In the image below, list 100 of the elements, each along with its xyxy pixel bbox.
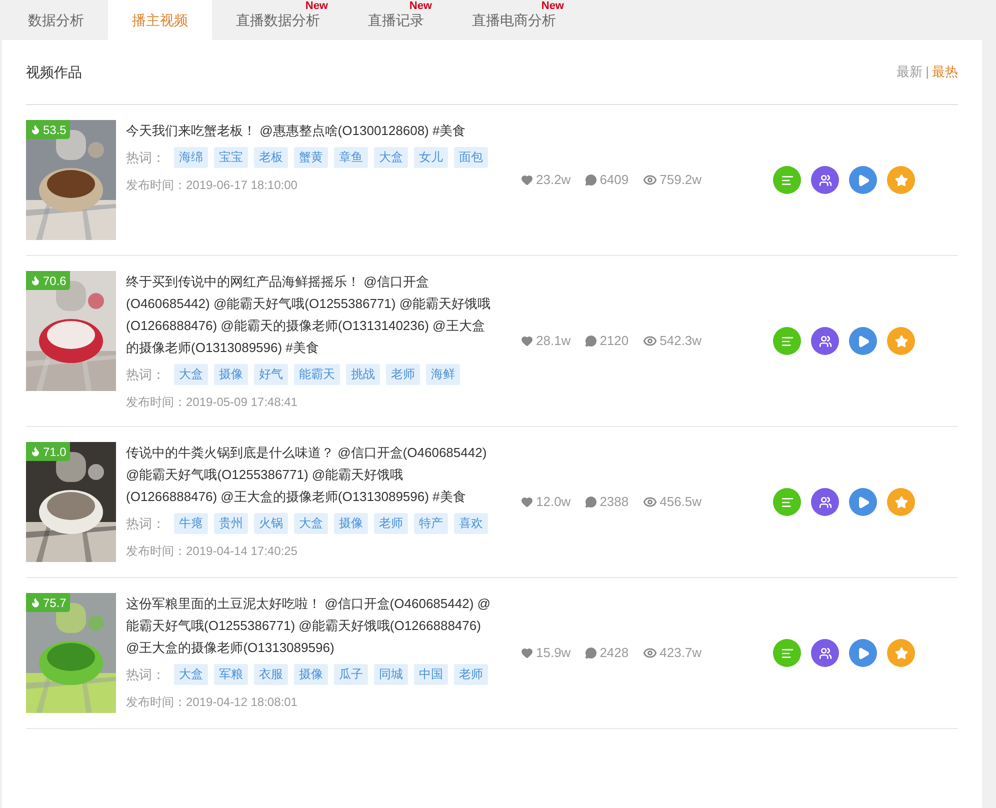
users-icon (818, 496, 832, 508)
star-icon (894, 174, 908, 186)
hot-word-tag: 大盒 (374, 147, 408, 168)
eye-icon (642, 495, 657, 509)
comment-icon (584, 647, 597, 659)
hot-word-tag: 喜欢 (454, 513, 488, 534)
new-label: New (541, 0, 564, 12)
play-button[interactable] (849, 166, 877, 194)
play-icon (856, 174, 870, 186)
sort-separator: | (926, 63, 929, 82)
hot-score: 70.6 (43, 272, 66, 290)
new-label: New (409, 0, 432, 12)
hot-word-tag: 摄像 (334, 513, 368, 534)
star-icon (894, 646, 908, 660)
eye-icon (642, 646, 657, 660)
users-button[interactable] (811, 166, 839, 194)
users-icon (818, 334, 832, 348)
list-button[interactable] (773, 488, 801, 516)
tab[interactable]: 播主视频 (108, 0, 212, 40)
eye-icon (642, 173, 657, 187)
hot-word-tag: 海绵 (174, 147, 208, 168)
list-button[interactable] (773, 327, 801, 355)
play-icon (856, 334, 870, 348)
like-count: 28.1w (536, 332, 571, 350)
flame-icon (30, 124, 41, 135)
publish-time: 发布时间：2019-04-14 17:40:25 (126, 543, 298, 560)
hot-word-tag: 瓜子 (334, 664, 368, 685)
hot-word-tag: 女儿 (414, 147, 448, 168)
hot-word-tag: 老师 (374, 513, 408, 534)
comment-count: 2428 (600, 644, 629, 662)
comment-count: 6409 (600, 171, 629, 190)
hot-word-tag: 章鱼 (334, 147, 368, 168)
star-button[interactable] (887, 639, 915, 667)
hot-word-tag: 贵州 (214, 513, 248, 534)
video-title: 终于买到传说中的网红产品海鲜摇摇乐！ @信口开盒(O460685442) @能霸天好气哦(O1255386771) @能霸天好饿哦(O1266888476) @能霸天的摄像老师(O1313140236) @王大盒的摄像老师(O1313089596) #美食 (126, 273, 492, 357)
hot-words-label: 热词： (126, 514, 165, 533)
like-count: 23.2w (536, 171, 571, 190)
hot-word-tag: 摄像 (294, 664, 328, 685)
video-title: 这份军粮里面的土豆泥太好吃啦！ @信口开盒(O460685442) @能霸天好气哦(O1255386771) @能霸天好饿哦(O1266888476) @王大盒的摄像老师(O1313089596) (126, 595, 492, 657)
view-count: 759.2w (660, 171, 702, 190)
section-title: 视频作品 (26, 62, 82, 82)
like-count: 12.0w (536, 493, 571, 512)
comment-icon (584, 335, 597, 347)
hot-word-tag: 宝宝 (214, 147, 248, 168)
users-button[interactable] (811, 327, 839, 355)
list-icon (780, 174, 794, 186)
hot-word-tag: 大盒 (294, 513, 328, 534)
hot-score: 71.0 (43, 444, 66, 460)
comment-icon (584, 496, 597, 508)
list-icon (780, 646, 794, 660)
comment-icon (584, 174, 597, 186)
star-button[interactable] (887, 488, 915, 516)
heart-icon (521, 335, 533, 347)
new-label: New (305, 0, 328, 12)
hot-word-tag: 摄像 (214, 364, 248, 385)
play-button[interactable] (849, 488, 877, 516)
hot-words-label: 热词： (126, 366, 165, 384)
star-button[interactable] (887, 327, 915, 355)
hot-word-tag: 大盒 (174, 364, 208, 385)
play-button[interactable] (849, 327, 877, 355)
hot-word-tag: 能霸天 (294, 364, 340, 385)
star-button[interactable] (887, 166, 915, 194)
tab[interactable]: 数据分析 (4, 0, 108, 40)
play-icon (856, 496, 870, 508)
publish-time: 发布时间：2019-04-12 18:08:01 (126, 694, 298, 711)
list-icon (780, 334, 794, 348)
list-icon (780, 496, 794, 508)
hot-words-label: 热词： (126, 666, 165, 684)
video-title: 传说中的牛粪火锅到底是什么味道？ @信口开盒(O460685442) @能霸天好气哦(O1255386771) @能霸天好饿哦(O1266888476) @王大盒的摄像老师(O1313089596) #美食 (126, 444, 488, 506)
play-button[interactable] (849, 639, 877, 667)
flame-icon (30, 446, 41, 457)
list-button[interactable] (773, 639, 801, 667)
eye-icon (642, 334, 657, 348)
sort-option[interactable]: 最新 (896, 62, 923, 82)
users-button[interactable] (811, 488, 839, 516)
hot-word-tag: 特产 (414, 513, 448, 534)
hot-word-tag: 军粮 (214, 664, 248, 685)
hot-word-tag: 中国 (414, 664, 448, 685)
heart-icon (521, 174, 533, 186)
hot-word-tag: 火锅 (254, 513, 288, 534)
hot-word-tag: 蟹黄 (294, 147, 328, 168)
publish-time: 发布时间：2019-05-09 17:48:41 (126, 394, 298, 411)
star-icon (894, 496, 908, 508)
flame-icon (30, 275, 41, 286)
users-button[interactable] (811, 639, 839, 667)
hot-word-tag: 老师 (454, 664, 488, 685)
hot-words-label: 热词： (126, 148, 165, 167)
flame-icon (30, 597, 41, 608)
hot-word-tag: 挑战 (346, 364, 380, 385)
hot-word-tag: 老板 (254, 147, 288, 168)
heart-icon (521, 647, 533, 659)
list-button[interactable] (773, 166, 801, 194)
heart-icon (521, 496, 533, 508)
hot-word-tag: 老师 (386, 364, 420, 385)
sort-option[interactable]: 最热 (932, 62, 958, 82)
hot-word-tag: 好气 (254, 364, 288, 385)
hot-word-tag: 海鲜 (426, 364, 460, 385)
comment-count: 2388 (600, 493, 629, 512)
hot-score: 75.7 (43, 594, 66, 612)
view-count: 423.7w (660, 644, 702, 662)
